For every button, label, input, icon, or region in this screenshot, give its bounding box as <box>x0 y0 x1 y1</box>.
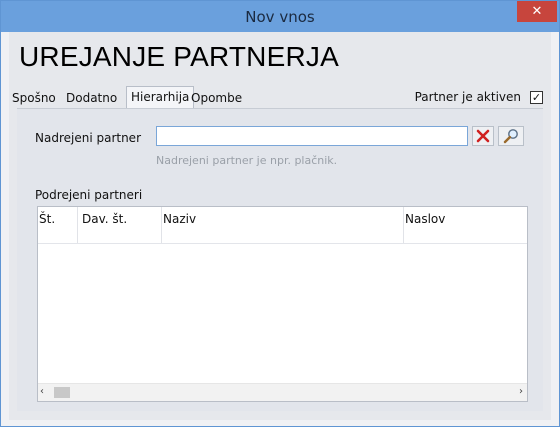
active-partner-checkbox[interactable]: ✓ <box>530 91 543 104</box>
window-title: Nov vnos <box>245 8 315 26</box>
page-title: UREJANJE PARTNERJA <box>19 41 339 72</box>
app-window: Nov vnos ✕ UREJANJE PARTNERJA Spošno Dod… <box>0 0 560 427</box>
tab-opombe[interactable]: Opombe <box>191 89 242 108</box>
parent-partner-label: Nadrejeni partner <box>35 131 142 145</box>
scrollbar-thumb[interactable] <box>54 387 70 398</box>
tab-splosno[interactable]: Spošno <box>12 89 56 108</box>
hierarchy-panel: Nadrejeni partner Nadrejeni partner je n… <box>17 108 543 411</box>
window-content: UREJANJE PARTNERJA Spošno Dodatno Hierar… <box>9 32 551 420</box>
search-parent-button[interactable] <box>498 126 524 146</box>
close-icon: ✕ <box>531 4 543 19</box>
column-header-label: Št. <box>39 212 56 226</box>
column-header-label: Naziv <box>163 212 197 226</box>
column-header-label: Naslov <box>405 212 446 226</box>
scroll-right-icon[interactable]: › <box>513 387 523 397</box>
child-partners-grid[interactable]: Št. Dav. št. Naziv Naslov ‹ › <box>37 206 528 402</box>
tab-dodatno[interactable]: Dodatno <box>66 89 117 108</box>
column-header-dav-st[interactable]: Dav. št. <box>78 207 162 243</box>
clear-parent-button[interactable] <box>472 126 494 146</box>
column-header-naziv[interactable]: Naziv <box>162 207 404 243</box>
horizontal-scrollbar[interactable]: ‹ › <box>38 383 527 401</box>
column-header-label: Dav. št. <box>82 212 128 226</box>
title-bar: Nov vnos ✕ <box>1 1 559 32</box>
parent-partner-hint: Nadrejeni partner je npr. plačnik. <box>156 154 338 167</box>
column-header-naslov[interactable]: Naslov <box>404 207 527 243</box>
parent-partner-input[interactable] <box>156 126 468 146</box>
active-partner-label: Partner je aktiven <box>414 90 521 104</box>
child-partners-label: Podrejeni partneri <box>35 188 143 202</box>
window-close-button[interactable]: ✕ <box>517 1 557 22</box>
magnifier-icon <box>503 129 518 144</box>
scroll-left-icon[interactable]: ‹ <box>40 387 50 397</box>
tab-hierarhija[interactable]: Hierarhija <box>126 86 195 108</box>
close-x-icon <box>476 129 490 143</box>
column-header-st[interactable]: Št. <box>38 207 78 243</box>
checkmark-icon: ✓ <box>531 90 542 104</box>
grid-header: Št. Dav. št. Naziv Naslov <box>38 207 527 244</box>
